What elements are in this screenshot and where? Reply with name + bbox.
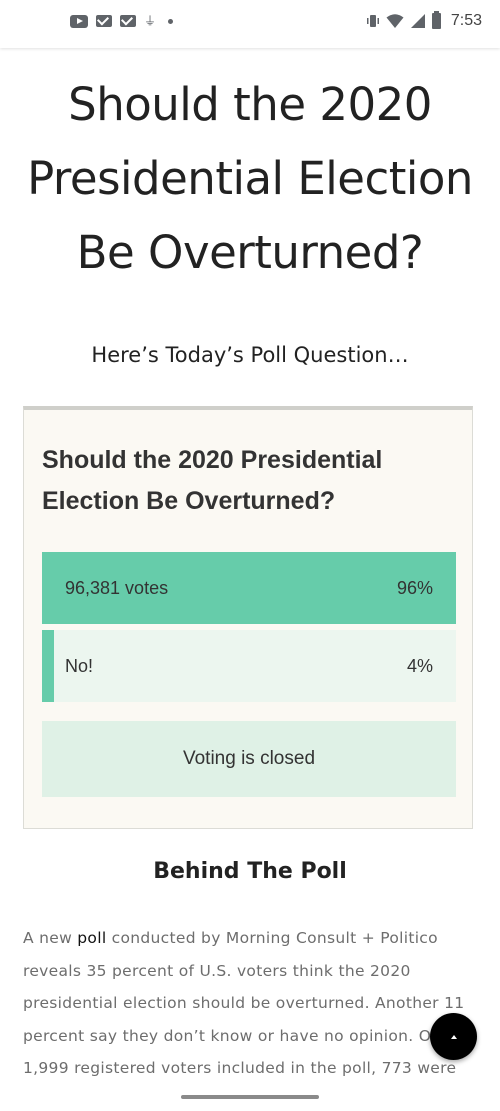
mail-icon	[96, 15, 112, 27]
poll-question: Should the 2020 Presidential Election Be…	[42, 446, 383, 515]
page-title: Should the 2020 Presidential Election Be…	[27, 78, 473, 279]
poll-option-yes: 96,381 votes 96%	[42, 552, 456, 624]
voting-closed-notice: Voting is closed	[42, 721, 456, 797]
article-text: A new	[23, 929, 78, 947]
vibrate-icon	[366, 15, 379, 27]
poll-option-label: 96,381 votes	[65, 578, 169, 598]
notification-icons: ⏚	[70, 14, 173, 28]
mail-icon	[120, 15, 136, 27]
section-heading: Behind The Poll	[153, 859, 347, 884]
battery-icon	[431, 11, 441, 29]
scroll-to-top-button[interactable]	[430, 1013, 477, 1060]
poll-intro-subtitle: Here’s Today’s Poll Question…	[91, 343, 409, 367]
gesture-nav-bar[interactable]	[181, 1095, 319, 1099]
more-notifications-dot-icon	[168, 18, 173, 24]
clock: 7:53	[450, 12, 482, 29]
youtube-icon	[70, 14, 88, 28]
poll-widget: Should the 2020 Presidential Election Be…	[23, 406, 473, 829]
poll-option-percent: 4%	[406, 656, 433, 676]
article-text: conducted by Morning Consult + Politico …	[23, 929, 465, 1077]
cellular-icon	[410, 14, 425, 28]
wifi-icon	[386, 14, 404, 28]
status-bar: ⏚ 7:53	[0, 0, 500, 48]
system-icons: 7:53	[366, 11, 482, 30]
poll-option-label: No!	[65, 656, 94, 676]
poll-link[interactable]: poll	[77, 929, 106, 947]
poll-option-percent: 96%	[396, 578, 433, 598]
article-paragraph: A new poll conducted by Morning Consult …	[23, 922, 473, 1085]
chevron-up-icon	[450, 1034, 457, 1039]
poll-result-bar	[42, 630, 55, 702]
usb-icon: ⏚	[144, 14, 157, 28]
poll-option-no: No! 4%	[42, 630, 456, 702]
